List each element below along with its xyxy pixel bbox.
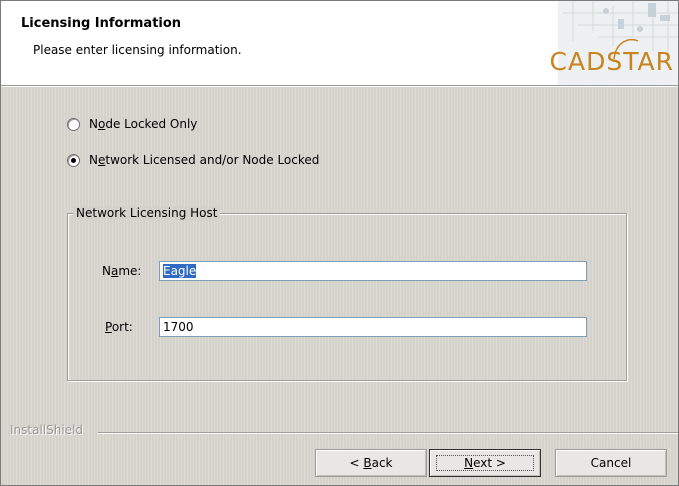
port-value: 1700 [163, 320, 194, 334]
back-button[interactable]: < Back [315, 449, 427, 477]
next-button[interactable]: Next > [429, 449, 541, 477]
radio-network-licensed-button[interactable] [67, 153, 80, 167]
installshield-brand: InstallShield [10, 423, 84, 437]
network-licensing-host-legend: Network Licensing Host [73, 206, 221, 220]
dialog-header: Licensing Information Please enter licen… [1, 1, 678, 86]
header-title: Licensing Information [21, 16, 182, 31]
radio-network-licensed-label: Network Licensed and/or Node Locked [89, 153, 320, 167]
logo-text: CADSTAR [549, 47, 674, 76]
radio-network-licensed[interactable]: Network Licensed and/or Node Locked [67, 153, 319, 167]
header-subtitle: Please enter licensing information. [33, 43, 242, 57]
next-focus-ring [436, 455, 534, 471]
port-label: Port: [105, 320, 133, 334]
installer-dialog: Licensing Information Please enter licen… [0, 0, 679, 486]
radio-node-locked-only[interactable]: Node Locked Only [67, 117, 197, 131]
footer-divider [98, 432, 678, 434]
port-input[interactable]: 1700 [159, 317, 587, 337]
network-licensing-host-group [67, 213, 627, 381]
cancel-button[interactable]: Cancel [555, 449, 667, 477]
host-name-input[interactable]: Eagle [159, 261, 587, 281]
dialog-content: Node Locked Only Network Licensed and/or… [1, 87, 678, 485]
radio-node-locked-only-label: Node Locked Only [89, 117, 198, 131]
radio-node-locked-only-button[interactable] [67, 117, 80, 131]
name-label: Name: [102, 264, 142, 278]
host-name-value: Eagle [163, 264, 197, 278]
